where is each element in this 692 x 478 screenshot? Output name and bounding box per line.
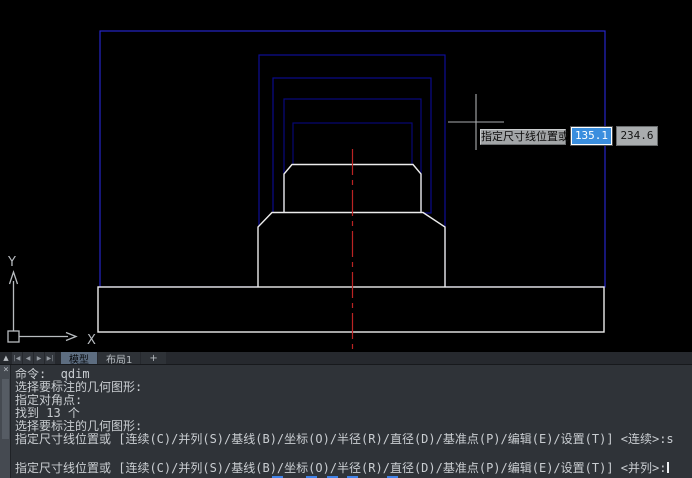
command-prompt-text: 指定尺寸线位置或 [连续(C)/并列(S)/基线(B)/坐标(O)/半径(R)/… [15, 462, 666, 475]
command-history-line: 选择要标注的几何图形: [15, 420, 690, 433]
dynamic-input-prompt: 指定尺寸线位置或 [480, 129, 566, 145]
command-history-line: 找到 13 个 [15, 407, 690, 420]
command-line-panel: × 命令: _qdim 选择要标注的几何图形: 指定对角点: 找到 13 个 选… [0, 365, 692, 478]
tab-nav-prev-icon[interactable]: ◀ [23, 352, 33, 364]
tab-nav-buttons: |◀ ◀ ▶ ▶| [12, 352, 55, 364]
command-history-line: 指定对角点: [15, 394, 690, 407]
layout-tab-bar: ▲ |◀ ◀ ▶ ▶| 模型 布局1 + [0, 352, 692, 365]
ucs-icon [8, 272, 76, 342]
ucs-y-label: Y [7, 255, 16, 270]
dynamic-input-field-primary[interactable]: 135.1 [570, 126, 613, 146]
dynamic-input-selected-value: 135.1 [572, 128, 611, 144]
command-history-line: 选择要标注的几何图形: [15, 381, 690, 394]
command-gutter: × [0, 365, 11, 478]
ucs-x-label: X [87, 333, 96, 348]
command-active-prompt[interactable]: 指定尺寸线位置或 [连续(C)/并列(S)/基线(B)/坐标(O)/半径(R)/… [15, 462, 690, 475]
command-scrollbar-thumb[interactable] [2, 379, 9, 439]
text-cursor [667, 462, 669, 473]
command-history: 命令: _qdim 选择要标注的几何图形: 指定对角点: 找到 13 个 选择要… [15, 368, 690, 475]
tab-model[interactable]: 模型 [61, 352, 97, 364]
tab-nav-next-icon[interactable]: ▶ [34, 352, 44, 364]
tab-nav-first-icon[interactable]: |◀ [12, 352, 22, 364]
tab-new-layout[interactable]: + [141, 352, 165, 364]
command-history-line: 命令: _qdim [15, 368, 690, 381]
command-history-line: 指定尺寸线位置或 [连续(C)/并列(S)/基线(B)/坐标(O)/半径(R)/… [15, 433, 690, 446]
tab-nav-last-icon[interactable]: ▶| [45, 352, 55, 364]
dynamic-input-field-secondary[interactable]: 234.6 [616, 126, 658, 146]
command-blank-line [15, 446, 690, 462]
drawing-canvas[interactable]: Y X [0, 0, 692, 352]
cad-window: Y X 指定尺寸线位置或 135.1 234.6 ▲ |◀ ◀ ▶ ▶| 模型 … [0, 0, 692, 478]
ucs-origin-square [8, 331, 19, 342]
close-icon[interactable]: × [1, 365, 11, 375]
front-view-base-plate[interactable] [98, 287, 604, 332]
tab-layout1[interactable]: 布局1 [98, 352, 140, 364]
front-view-lower-step[interactable] [258, 213, 445, 289]
drawing-viewport[interactable]: Y X 指定尺寸线位置或 135.1 234.6 [0, 0, 692, 352]
tabbar-scroll-up-icon[interactable]: ▲ [0, 352, 12, 364]
